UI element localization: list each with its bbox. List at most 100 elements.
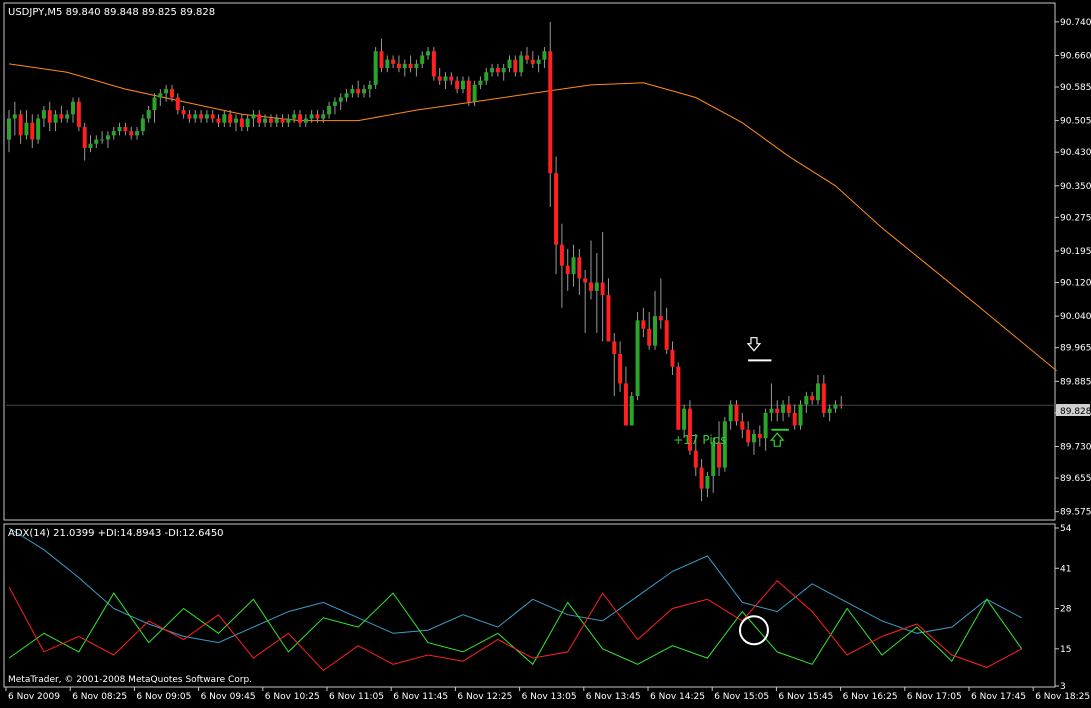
metatrader-chart-window[interactable]: 90.740 90.660 90.585 90.505 90.430 90.350 90.2…	[0, 0, 1091, 704]
bull-candle-body	[536, 59, 541, 64]
bear-candle-body	[559, 244, 564, 266]
bear-candle-body	[513, 59, 518, 73]
bull-candle-body	[111, 131, 116, 136]
current-price-label: 89.828	[1060, 407, 1091, 417]
price-tick-label: 89.965	[1060, 344, 1091, 354]
adx-tick-label: 28	[1060, 605, 1072, 615]
bull-candle-body	[833, 404, 838, 409]
price-tick-label: 89.655	[1060, 474, 1091, 484]
bear-candle-body	[548, 51, 553, 174]
bull-candle-body	[71, 101, 76, 115]
bull-candle-body	[321, 114, 326, 119]
bear-candle-body	[268, 118, 273, 123]
bull-candle-body	[705, 475, 710, 489]
time-tick-label: 6 Nov 15:45	[778, 692, 833, 702]
bull-candle-body	[571, 257, 576, 275]
bear-candle-body	[47, 110, 52, 123]
bear-candle-body	[699, 467, 704, 489]
bull-candle-body	[222, 114, 227, 123]
bear-candle-body	[618, 354, 623, 384]
chart-canvas[interactable]: 90.740 90.660 90.585 90.505 90.430 90.350 90.2…	[0, 0, 1091, 704]
bull-candle-body	[629, 396, 634, 426]
bull-candle-body	[332, 101, 337, 106]
price-tick-label: 89.730	[1060, 443, 1091, 453]
bull-candle-body	[152, 97, 157, 111]
bear-candle-body	[129, 131, 134, 136]
bull-candle-body	[426, 51, 431, 56]
price-tick-label: 90.585	[1060, 83, 1091, 93]
bear-candle-body	[664, 320, 669, 350]
bull-candle-body	[414, 63, 419, 69]
bull-candle-body	[653, 316, 658, 346]
price-tick-label: 90.275	[1060, 213, 1091, 223]
bull-candle-body	[385, 59, 390, 69]
bull-candle-body	[472, 84, 477, 102]
bull-candle-body	[41, 110, 46, 119]
bear-candle-body	[449, 76, 454, 81]
bull-candle-body	[105, 135, 110, 140]
price-tick-label: 90.195	[1060, 247, 1091, 257]
bull-candle-body	[542, 51, 547, 60]
bull-candle-body	[24, 122, 29, 136]
bull-candle-body	[507, 59, 512, 69]
bull-candle-body	[164, 89, 169, 94]
time-tick-label: 6 Nov 11:05	[329, 692, 384, 702]
bear-candle-body	[59, 114, 64, 119]
time-tick-label: 6 Nov 11:45	[393, 692, 448, 702]
bear-candle-body	[647, 328, 652, 346]
bull-candle-body	[12, 114, 17, 119]
bull-candle-body	[420, 55, 425, 64]
bull-candle-body	[367, 84, 372, 90]
bull-candle-body	[158, 93, 163, 98]
bear-candle-body	[786, 404, 791, 413]
time-tick-label: 6 Nov 17:05	[907, 692, 962, 702]
bear-candle-body	[524, 55, 529, 60]
bear-candle-body	[228, 114, 233, 123]
bull-candle-body	[100, 139, 105, 141]
bull-candle-body	[140, 118, 145, 132]
bear-candle-body	[676, 366, 681, 430]
bull-candle-body	[292, 114, 297, 119]
bull-candle-body	[286, 118, 291, 123]
bear-candle-body	[280, 118, 285, 123]
time-tick-label: 6 Nov 09:45	[201, 692, 256, 702]
bull-candle-body	[460, 80, 465, 90]
bull-candle-body	[245, 118, 250, 127]
adx-indicator-title: ADX(14) 21.0399 +DI:14.8943 -DI:12.6450	[8, 528, 224, 539]
bear-candle-body	[734, 404, 739, 422]
time-tick-label: 6 Nov 18:25	[1035, 692, 1090, 702]
bull-candle-body	[815, 383, 820, 401]
bear-candle-body	[606, 295, 611, 342]
bear-candle-body	[658, 316, 663, 321]
bear-candle-body	[181, 110, 186, 115]
bear-candle-body	[18, 114, 23, 136]
bull-candle-body	[204, 114, 209, 119]
bull-candle-body	[94, 139, 99, 144]
bull-candle-body	[594, 282, 599, 291]
bull-candle-body	[728, 404, 733, 422]
chart-background	[0, 0, 1091, 704]
bull-candle-body	[327, 105, 332, 115]
time-tick-label: 6 Nov 14:25	[650, 692, 705, 702]
bear-candle-body	[315, 114, 320, 119]
adx-tick-label: 3	[1060, 682, 1066, 692]
bear-candle-body	[76, 101, 81, 127]
bull-candle-body	[233, 118, 238, 123]
bear-candle-body	[356, 89, 361, 94]
bear-candle-body	[839, 404, 844, 406]
bear-candle-body	[623, 383, 628, 426]
bear-candle-body	[30, 122, 35, 140]
bull-candle-body	[88, 143, 93, 148]
adx-tick-label: 41	[1060, 564, 1071, 574]
price-tick-label: 90.505	[1060, 117, 1091, 127]
bull-candle-body	[798, 404, 803, 426]
bull-candle-body	[769, 408, 774, 413]
bear-candle-body	[391, 59, 396, 64]
bull-candle-body	[135, 131, 140, 136]
price-tick-label: 90.430	[1060, 148, 1091, 158]
bull-candle-body	[682, 408, 687, 430]
bull-candle-body	[501, 68, 506, 73]
bull-candle-body	[519, 55, 524, 73]
price-tick-label: 89.575	[1060, 508, 1091, 518]
price-tick-label: 90.660	[1060, 51, 1091, 61]
